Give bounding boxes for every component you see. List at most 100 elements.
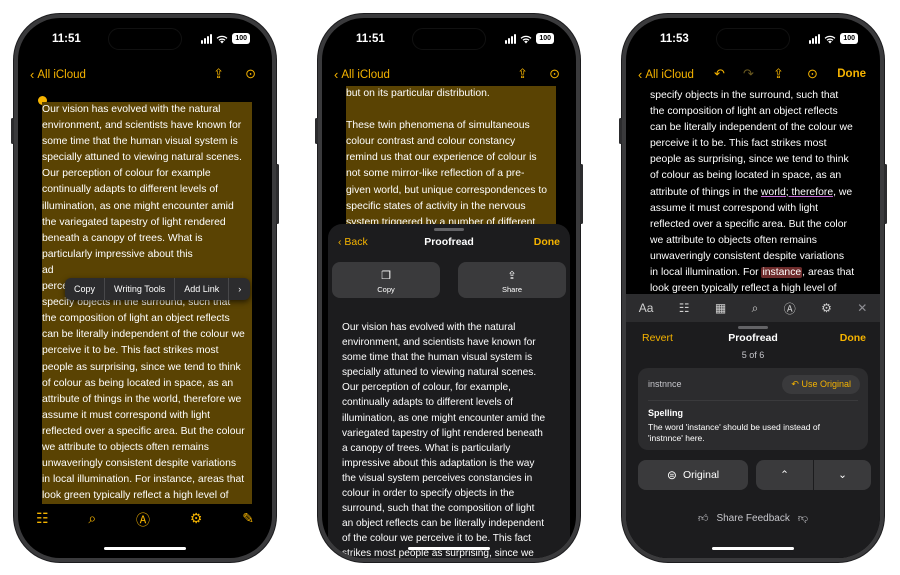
note-line-text (346, 102, 556, 119)
note-line: specially attuned to viewing natural sce… (342, 365, 556, 380)
note-line: unwaveringly consistent despite variatio… (42, 456, 252, 473)
previous-suggestion-button[interactable]: ⌃ (756, 460, 813, 490)
highlighted-word[interactable]: instance (761, 267, 803, 279)
note-line: surround, such that the composition of l… (342, 501, 556, 516)
sheet-done-button[interactable]: Done (534, 236, 560, 248)
note-line-text: illumination, as one might encounter ami… (342, 412, 546, 424)
note-line: Our perception of colour for example (42, 166, 252, 183)
wifi-icon (824, 35, 836, 43)
share-feedback[interactable]: 👍︎ Share Feedback 👎︎ (626, 512, 880, 525)
context-add-link[interactable]: Add Link (175, 278, 230, 300)
chevron-up-icon: ⌃ (780, 469, 789, 481)
note-line-text: some time that the human visual system i… (342, 352, 533, 364)
context-writing-tools[interactable]: Writing Tools (105, 278, 176, 300)
proofread-text[interactable]: Our vision has evolved with the natural e… (342, 320, 556, 558)
panel-done-button[interactable]: Done (840, 332, 866, 344)
note-line: not some mirror-like reflection of a pre… (346, 166, 556, 183)
writing-tools-icon[interactable]: ⚙ (190, 510, 203, 530)
note-line: colour in order to specify objects in th… (342, 486, 556, 501)
note-body[interactable]: but on its particular distribution. Thes… (346, 86, 556, 228)
markup-icon[interactable]: Ⓐ (136, 510, 150, 530)
original-icon: ⊜ (666, 468, 677, 482)
note-line: continually adapts to different levels o… (42, 182, 252, 199)
more-icon[interactable]: ⊙ (807, 66, 818, 82)
note-line-text: perceive it to be. This fact strikes mos… (650, 138, 827, 150)
dynamic-island (716, 28, 790, 50)
context-menu: Copy Writing Tools Add Link › (65, 278, 251, 300)
nav-bar: ‹ All iCloud ↶ ↷ ⇪ ⊙ Done (626, 64, 880, 88)
note-line: given world, but unique correspondences … (346, 182, 556, 199)
battery-indicator: 100 (536, 33, 554, 44)
note-line-text: some time that the human visual system i… (42, 134, 252, 151)
note-line: environment, and scientists have known f… (42, 118, 252, 135)
more-icon[interactable]: ⊙ (245, 66, 256, 82)
redo-icon[interactable]: ↷ (743, 66, 754, 82)
note-line: can be literally independent of the colo… (650, 120, 860, 136)
original-button[interactable]: ⊜ Original (638, 460, 748, 490)
checklist-icon[interactable]: ☷ (679, 301, 690, 315)
compose-icon[interactable]: ✎ (242, 510, 254, 530)
note-line-text: the composition of light an object refle… (650, 106, 838, 118)
note-line: the composition of light an object refle… (650, 104, 860, 120)
note-line-text: particularly impressive about this (42, 246, 252, 263)
more-icon[interactable]: ⊙ (549, 66, 560, 82)
sheet-grabber[interactable] (434, 228, 464, 231)
thumbs-down-icon[interactable]: 👎︎ (798, 512, 808, 524)
context-more-chevron[interactable]: › (229, 278, 250, 300)
next-suggestion-button[interactable]: ⌄ (814, 460, 871, 490)
use-original-button[interactable]: ↶ Use Original (782, 375, 860, 394)
table-icon[interactable]: ▦ (715, 301, 726, 315)
note-body[interactable]: specify objects in the surround, such th… (650, 88, 860, 297)
back-button[interactable]: ‹ All iCloud (638, 67, 694, 82)
note-line-text: reflected over a specific area. But the … (650, 218, 847, 230)
note-line-text: colour in order to specify objects in th… (342, 488, 515, 500)
note-line: ad (42, 262, 252, 280)
note-line-text: an object reflects can be literally inde… (342, 518, 545, 530)
note-line-text: in local illumination. For instance, are… (42, 472, 252, 489)
note-line-text: specially attuned to viewing natural sce… (42, 150, 252, 167)
undo-icon[interactable]: ↶ (714, 66, 725, 82)
note-line: illumination, as one might encounter ami… (342, 411, 556, 426)
note-line: we attribute to objects often remains (650, 233, 860, 249)
writing-tools-icon[interactable]: ⚙ (821, 301, 832, 315)
back-button[interactable]: ‹ All iCloud (334, 67, 390, 82)
suggestion-description-2: 'instnnce' here. (648, 433, 705, 443)
battery-indicator: 100 (232, 33, 250, 44)
back-button[interactable]: ‹ All iCloud (30, 67, 86, 82)
copy-button[interactable]: ❐ Copy (332, 262, 440, 298)
note-line: we attribute to objects often remains (42, 439, 252, 457)
misspelled-word: instnnce (648, 379, 682, 389)
checklist-icon[interactable]: ☷ (36, 510, 49, 530)
attachment-icon[interactable]: ⌕ (752, 301, 759, 316)
share-icon[interactable]: ⇪ (213, 66, 224, 82)
format-text-button[interactable]: Aa (639, 301, 654, 315)
phone-1: 11:51 100 ‹ All iCloud ⇪ ⊙ Our vision has… (11, 14, 279, 562)
markup-icon[interactable]: Ⓐ (784, 300, 796, 317)
note-line: impressive about this adaptation is the … (342, 456, 556, 471)
share-icon: ⇪ (507, 270, 517, 282)
close-icon[interactable]: ✕ (857, 301, 867, 315)
note-line-text: but on its particular distribution. (346, 86, 556, 103)
note-line-text: illumination, as one might encounter ami… (42, 198, 252, 215)
note-line-text: of the colour we perceive it to be. This… (342, 533, 531, 545)
nav-bar: ‹ All iCloud ⇪ ⊙ (322, 64, 576, 88)
suggestion-heading: Spelling (648, 408, 684, 418)
note-body[interactable]: Our vision has evolved with the natural e… (42, 102, 252, 505)
share-icon[interactable]: ⇪ (517, 66, 528, 82)
note-line: of colour as being located in space, as … (650, 168, 860, 184)
note-line: the variegated tapestry of light rendere… (42, 214, 252, 231)
note-line: colour contrast and colour constancy (346, 134, 556, 151)
note-line: the composition of light an object refle… (42, 311, 252, 328)
context-copy[interactable]: Copy (65, 278, 106, 300)
attachment-icon[interactable]: ⌕ (88, 510, 96, 530)
note-line: some time that the human visual system i… (342, 350, 556, 365)
share-icon[interactable]: ⇪ (773, 66, 784, 82)
corrected-phrase[interactable]: world; therefore, (761, 187, 836, 198)
thumbs-up-icon[interactable]: 👍︎ (698, 512, 708, 524)
note-line: illumination, as one might encounter ami… (42, 198, 252, 215)
done-button[interactable]: Done (837, 68, 866, 80)
share-button[interactable]: ⇪ Share (458, 262, 566, 298)
sheet-grabber[interactable] (738, 326, 768, 329)
copy-icon: ❐ (381, 270, 391, 282)
note-line: continually adapts to different levels o… (342, 395, 556, 410)
